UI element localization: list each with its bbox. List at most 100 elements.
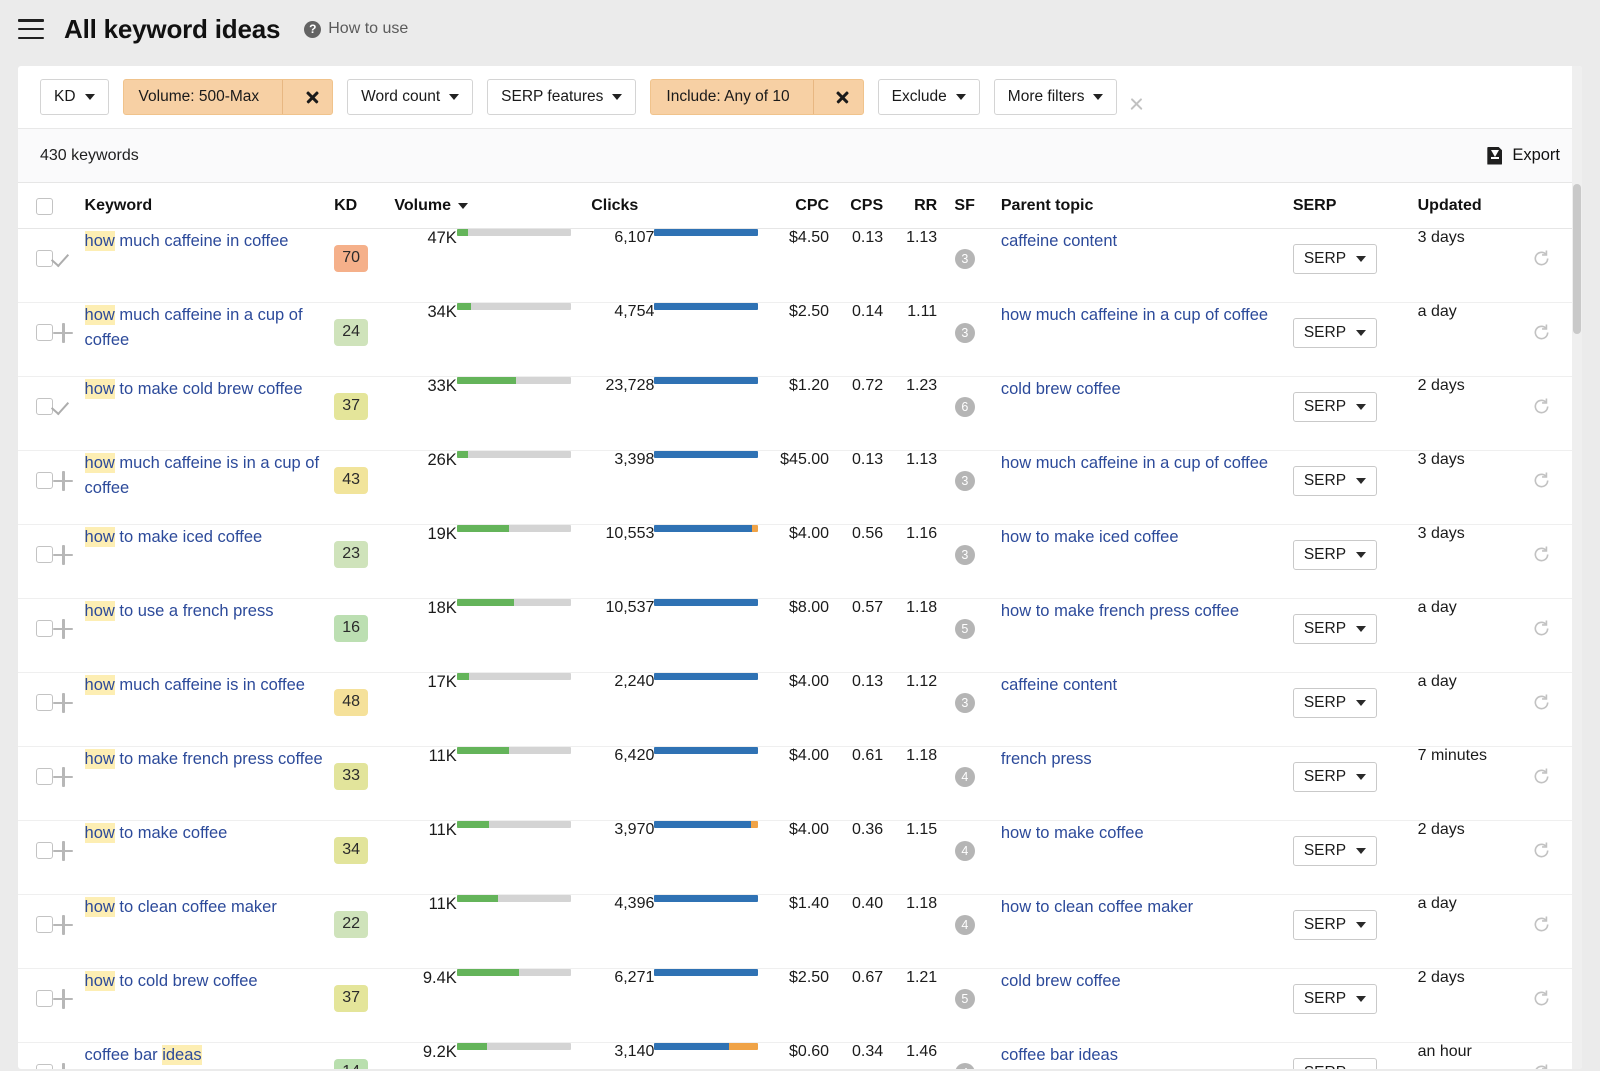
filter-serp-features[interactable]: SERP features xyxy=(487,79,636,115)
keyword-link[interactable]: how to cold brew coffee xyxy=(85,971,258,991)
row-checkbox[interactable] xyxy=(36,472,53,489)
keyword-link[interactable]: how to make iced coffee xyxy=(85,527,263,547)
parent-topic-link[interactable]: french press xyxy=(1001,750,1092,768)
serp-button[interactable]: SERP xyxy=(1293,910,1377,940)
serp-button[interactable]: SERP xyxy=(1293,984,1377,1014)
row-checkbox[interactable] xyxy=(36,250,53,267)
table-row[interactable]: how to cold brew coffee 37 9.4K 6,271 $2… xyxy=(18,969,1582,1043)
refresh-icon[interactable] xyxy=(1532,397,1551,416)
row-checkbox[interactable] xyxy=(36,324,53,341)
table-row[interactable]: how much caffeine in a cup of coffee 24 … xyxy=(18,303,1582,377)
plus-icon[interactable] xyxy=(53,471,73,491)
parent-topic-link[interactable]: how to make french press coffee xyxy=(1001,602,1239,620)
table-row[interactable]: how to make iced coffee 23 19K 10,553 $4… xyxy=(18,525,1582,599)
parent-topic-link[interactable]: caffeine content xyxy=(1001,232,1117,250)
refresh-icon[interactable] xyxy=(1532,323,1551,342)
check-icon[interactable] xyxy=(53,397,73,417)
keyword-link[interactable]: how to make coffee xyxy=(85,823,228,843)
row-checkbox[interactable] xyxy=(36,1064,53,1069)
column-kd[interactable]: KD xyxy=(334,183,394,229)
refresh-icon[interactable] xyxy=(1532,545,1551,564)
column-cpc[interactable]: CPC xyxy=(758,183,829,229)
refresh-icon[interactable] xyxy=(1532,915,1551,934)
serp-button[interactable]: SERP xyxy=(1293,614,1377,644)
keyword-link[interactable]: how much caffeine is in a cup of coffee xyxy=(85,453,320,497)
scrollbar-thumb[interactable] xyxy=(1573,184,1581,334)
keyword-link[interactable]: coffee bar ideas xyxy=(85,1045,202,1065)
refresh-icon[interactable] xyxy=(1532,841,1551,860)
filter-more-filters[interactable]: More filters xyxy=(994,79,1118,115)
parent-topic-link[interactable]: caffeine content xyxy=(1001,676,1117,694)
column-rr[interactable]: RR xyxy=(883,183,937,229)
table-row[interactable]: how to use a french press 16 18K 10,537 … xyxy=(18,599,1582,673)
keyword-link[interactable]: how much caffeine in coffee xyxy=(85,231,289,251)
plus-icon[interactable] xyxy=(53,767,73,787)
keyword-link[interactable]: how to clean coffee maker xyxy=(85,897,277,917)
column-keyword[interactable]: Keyword xyxy=(85,183,335,229)
table-row[interactable]: how to make french press coffee 33 11K 6… xyxy=(18,747,1582,821)
column-volume[interactable]: Volume xyxy=(394,183,571,229)
parent-topic-link[interactable]: how to clean coffee maker xyxy=(1001,898,1193,916)
refresh-icon[interactable] xyxy=(1532,693,1551,712)
parent-topic-link[interactable]: how to make iced coffee xyxy=(1001,528,1179,546)
plus-icon[interactable] xyxy=(53,619,73,639)
filter-volume[interactable]: Volume: 500-Max xyxy=(123,79,334,115)
column-parent-topic[interactable]: Parent topic xyxy=(981,183,1293,229)
column-cps[interactable]: CPS xyxy=(829,183,883,229)
table-row[interactable]: how to clean coffee maker 22 11K 4,396 $… xyxy=(18,895,1582,969)
serp-button[interactable]: SERP xyxy=(1293,540,1377,570)
parent-topic-link[interactable]: how much caffeine in a cup of coffee xyxy=(1001,454,1268,472)
serp-button[interactable]: SERP xyxy=(1293,318,1377,348)
row-checkbox[interactable] xyxy=(36,620,53,637)
hamburger-icon[interactable] xyxy=(18,19,44,39)
column-clicks[interactable]: Clicks xyxy=(571,183,758,229)
plus-icon[interactable] xyxy=(53,841,73,861)
row-checkbox[interactable] xyxy=(36,842,53,859)
serp-button[interactable]: SERP xyxy=(1293,762,1377,792)
plus-icon[interactable] xyxy=(53,989,73,1009)
plus-icon[interactable] xyxy=(53,545,73,565)
keyword-link[interactable]: how much caffeine is in coffee xyxy=(85,675,305,695)
refresh-icon[interactable] xyxy=(1532,1063,1551,1069)
plus-icon[interactable] xyxy=(53,915,73,935)
serp-button[interactable]: SERP xyxy=(1293,688,1377,718)
table-row[interactable]: how much caffeine in coffee 70 47K 6,107… xyxy=(18,229,1582,303)
refresh-icon[interactable] xyxy=(1532,767,1551,786)
vertical-scrollbar[interactable] xyxy=(1572,66,1582,1069)
filter-exclude[interactable]: Exclude xyxy=(878,79,980,115)
plus-icon[interactable] xyxy=(53,1063,73,1069)
serp-button[interactable]: SERP xyxy=(1293,836,1377,866)
parent-topic-link[interactable]: cold brew coffee xyxy=(1001,972,1121,990)
row-checkbox[interactable] xyxy=(36,990,53,1007)
row-checkbox[interactable] xyxy=(36,768,53,785)
table-row[interactable]: how much caffeine is in coffee 48 17K 2,… xyxy=(18,673,1582,747)
serp-button[interactable]: SERP xyxy=(1293,244,1377,274)
table-row[interactable]: how to make coffee 34 11K 3,970 $4.00 0.… xyxy=(18,821,1582,895)
parent-topic-link[interactable]: cold brew coffee xyxy=(1001,380,1121,398)
export-button[interactable]: Export xyxy=(1487,146,1560,165)
filter-word-count[interactable]: Word count xyxy=(347,79,473,115)
column-updated[interactable]: Updated xyxy=(1418,183,1532,229)
row-checkbox[interactable] xyxy=(36,546,53,563)
serp-button[interactable]: SERP xyxy=(1293,1058,1377,1069)
parent-topic-link[interactable]: how to make coffee xyxy=(1001,824,1144,842)
table-row[interactable]: how to make cold brew coffee 37 33K 23,7… xyxy=(18,377,1582,451)
plus-icon[interactable] xyxy=(53,693,73,713)
filter-include-clear-button[interactable] xyxy=(823,80,863,114)
row-checkbox[interactable] xyxy=(36,694,53,711)
serp-button[interactable]: SERP xyxy=(1293,392,1377,422)
table-row[interactable]: coffee bar ideas 14 9.2K 3,140 $0.60 0.3… xyxy=(18,1043,1582,1070)
column-sf[interactable]: SF xyxy=(937,183,981,229)
keyword-link[interactable]: how much caffeine in a cup of coffee xyxy=(85,305,303,349)
row-checkbox[interactable] xyxy=(36,398,53,415)
plus-icon[interactable] xyxy=(53,323,73,343)
refresh-icon[interactable] xyxy=(1532,989,1551,1008)
filter-volume-clear-button[interactable] xyxy=(292,80,332,114)
keyword-link[interactable]: how to make cold brew coffee xyxy=(85,379,303,399)
serp-button[interactable]: SERP xyxy=(1293,466,1377,496)
keyword-link[interactable]: how to make french press coffee xyxy=(85,749,323,769)
how-to-use-link[interactable]: ? How to use xyxy=(304,20,408,38)
select-all-checkbox[interactable] xyxy=(36,198,53,215)
refresh-icon[interactable] xyxy=(1532,249,1551,268)
filter-kd[interactable]: KD xyxy=(40,79,109,115)
